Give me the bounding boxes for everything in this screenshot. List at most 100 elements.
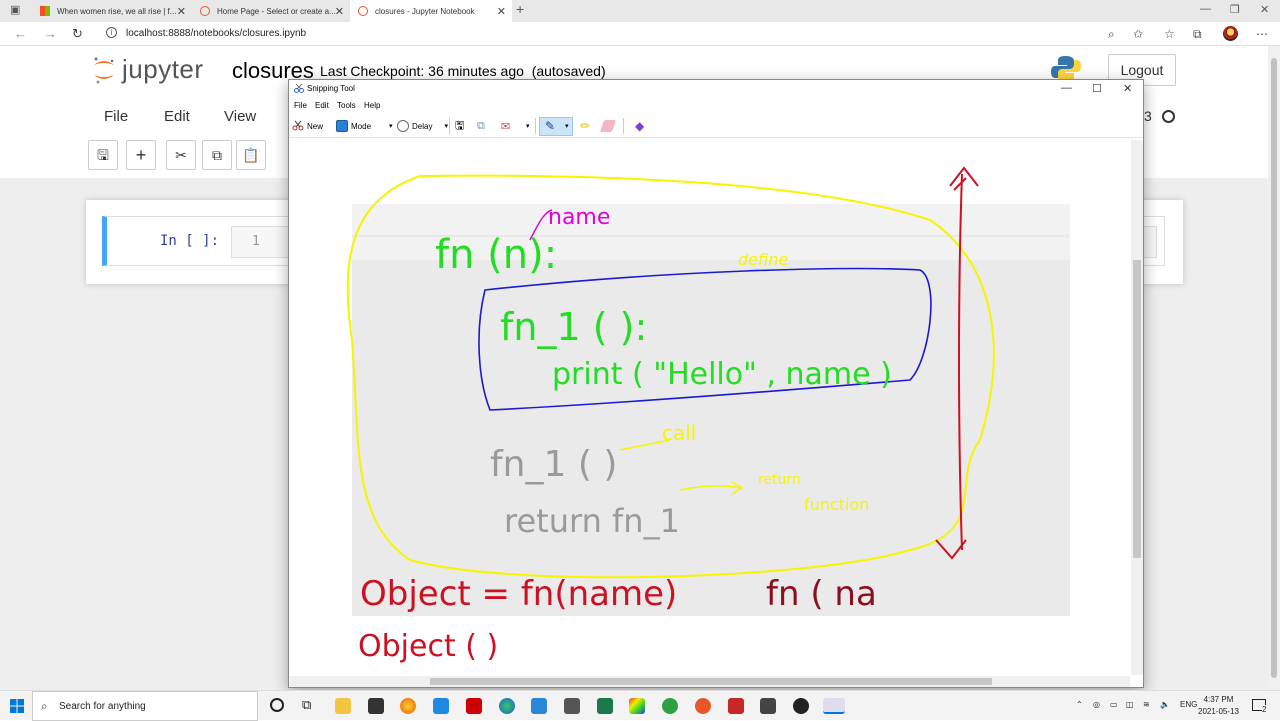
close-icon[interactable]: ✕ <box>497 5 506 18</box>
scrollbar-thumb[interactable] <box>1133 260 1141 558</box>
ink-define-note: define <box>738 250 788 269</box>
menu-edit[interactable]: Edit <box>164 108 190 125</box>
new-tab-icon[interactable]: + <box>516 1 524 17</box>
tab-home-page[interactable]: Home Page - Select or create a... ✕ <box>192 0 350 22</box>
tab-title: closures - Jupyter Notebook <box>375 6 475 16</box>
photos-icon[interactable] <box>564 698 580 714</box>
close-icon[interactable]: ✕ <box>335 5 344 18</box>
task-view-icon[interactable]: ⧉ <box>302 697 311 713</box>
copy-button[interactable]: ⧉ <box>202 140 232 170</box>
tab-actions-icon[interactable]: ▣ <box>10 3 20 16</box>
eraser-icon[interactable] <box>599 118 617 134</box>
forward-icon[interactable]: → <box>44 26 57 41</box>
more-menu-icon[interactable]: ⋯ <box>1256 27 1268 41</box>
edge-icon[interactable] <box>499 698 515 714</box>
page-scrollbar[interactable] <box>1268 46 1280 690</box>
back-icon[interactable]: ← <box>14 26 27 41</box>
menu-file[interactable]: File <box>104 108 128 125</box>
jupyter-logo[interactable]: jupyter <box>92 54 204 85</box>
speaker-icon[interactable]: 🔈 <box>1160 700 1170 709</box>
maximize-icon[interactable]: ❐ <box>1230 3 1240 16</box>
mail-icon[interactable] <box>531 698 547 714</box>
snip-vertical-scrollbar[interactable] <box>1131 140 1143 675</box>
close-window-icon[interactable]: ✕ <box>1260 3 1269 16</box>
pen-icon[interactable]: ✎ <box>545 118 555 134</box>
send-snip-icon[interactable]: ✉ <box>501 118 510 134</box>
network-icon[interactable]: ▭ <box>1110 700 1118 709</box>
toolbar-divider <box>449 118 450 134</box>
snip-horizontal-scrollbar[interactable] <box>290 676 1130 687</box>
refresh-icon[interactable]: ↻ <box>72 26 83 42</box>
search-icon: ⌕ <box>41 699 48 713</box>
delay-button[interactable]: Delay ▾ <box>397 118 448 134</box>
mode-button[interactable]: Mode ▾ <box>336 118 393 134</box>
highlighter-icon[interactable]: ✏ <box>580 118 590 134</box>
chrome-icon[interactable] <box>662 698 678 714</box>
tray-app-icon[interactable]: ◎ <box>1093 700 1100 709</box>
taskbar-search[interactable]: ⌕ Search for anything <box>32 691 258 721</box>
windows-start-icon[interactable] <box>10 699 24 713</box>
minimize-icon[interactable]: — <box>1200 3 1211 15</box>
favorites-icon[interactable]: ☆ <box>1164 27 1175 41</box>
snip-menu-help[interactable]: Help <box>364 101 380 110</box>
obs-icon[interactable] <box>793 698 809 714</box>
store-icon[interactable] <box>368 698 384 714</box>
jupyter-taskbar-icon[interactable] <box>695 698 711 714</box>
snip-menu-edit[interactable]: Edit <box>315 101 329 110</box>
copy-snip-icon[interactable]: ⧉ <box>477 118 485 134</box>
file-explorer-icon[interactable] <box>335 698 351 714</box>
snip-menu-file[interactable]: File <box>294 101 307 110</box>
collections-icon[interactable]: ⧉ <box>1193 27 1202 42</box>
jupyter-orbit-icon <box>94 57 114 83</box>
snip-menu-tools[interactable]: Tools <box>337 101 356 110</box>
paint3d-icon[interactable]: ◆ <box>635 118 644 134</box>
reading-view-icon[interactable]: ✩ <box>1133 27 1143 41</box>
video-icon[interactable] <box>760 698 776 714</box>
snip-maximize-icon[interactable]: ☐ <box>1092 82 1102 95</box>
snip-close-icon[interactable]: ✕ <box>1123 82 1132 95</box>
new-snip-button[interactable]: New <box>292 118 323 134</box>
microsoft-icon <box>40 6 50 16</box>
autosave-text: (autosaved) <box>531 63 606 79</box>
paste-button[interactable]: 📋 <box>236 140 266 170</box>
chevron-down-icon: ▾ <box>444 123 448 130</box>
snipping-taskbar-icon[interactable] <box>823 698 845 714</box>
pycharm-icon[interactable] <box>433 698 449 714</box>
new-label: New <box>307 121 324 131</box>
volume-icon[interactable]: ◫ <box>1126 700 1134 709</box>
kernel-name-fragment: 3 <box>1144 108 1152 124</box>
scrollbar-thumb[interactable] <box>1271 58 1277 678</box>
url-field[interactable]: localhost:8888/notebooks/closures.ipynb <box>126 28 306 39</box>
delay-label: Delay <box>412 121 433 131</box>
snipping-tool-window: Snipping Tool — ☐ ✕ File Edit Tools Help… <box>288 79 1144 688</box>
site-info-icon[interactable]: i <box>106 27 117 38</box>
language-indicator[interactable]: ENG <box>1180 700 1197 709</box>
profile-avatar[interactable] <box>1223 26 1238 41</box>
snip-minimize-icon[interactable]: — <box>1061 82 1072 94</box>
firefox-icon[interactable] <box>400 698 416 714</box>
save-button[interactable]: 🖫 <box>88 140 118 170</box>
tab-closures[interactable]: closures - Jupyter Notebook ✕ <box>350 0 512 22</box>
terminal-icon[interactable] <box>597 698 613 714</box>
wifi-icon[interactable]: ≋ <box>1143 700 1150 709</box>
snipping-tool-titlebar[interactable]: Snipping Tool — ☐ ✕ <box>289 80 1143 98</box>
windows-taskbar: ⌕ Search for anything ⧉ ⌃ ◎ ▭ ◫ ≋ 🔈 ENG … <box>0 690 1280 721</box>
insert-cell-button[interactable]: + <box>126 140 156 170</box>
tray-chevron-icon[interactable]: ⌃ <box>1076 700 1083 709</box>
app-red-icon[interactable] <box>466 698 482 714</box>
system-clock[interactable]: 4:37 PM 2021-05-13 <box>1198 694 1239 718</box>
cut-button[interactable]: ✂ <box>166 140 196 170</box>
paint-icon[interactable] <box>629 698 645 714</box>
scrollbar-thumb[interactable] <box>430 678 992 685</box>
tab-women-rise[interactable]: When women rise, we all rise | f... ✕ <box>32 0 192 22</box>
menu-view[interactable]: View <box>224 108 256 125</box>
cortana-icon[interactable] <box>270 698 284 712</box>
acrobat-icon[interactable] <box>728 698 744 714</box>
close-icon[interactable]: ✕ <box>177 5 186 18</box>
snip-canvas[interactable]: name fn (n): define fn_1 ( ): print ( "H… <box>290 140 1130 675</box>
save-snip-icon[interactable]: 🖫 <box>455 118 464 134</box>
zoom-icon[interactable]: ⌕ <box>1108 27 1115 42</box>
chevron-down-icon[interactable]: ▾ <box>565 118 569 134</box>
chevron-down-icon[interactable]: ▾ <box>526 118 530 134</box>
ink-inner-function: fn_1 ( ): <box>500 305 647 349</box>
